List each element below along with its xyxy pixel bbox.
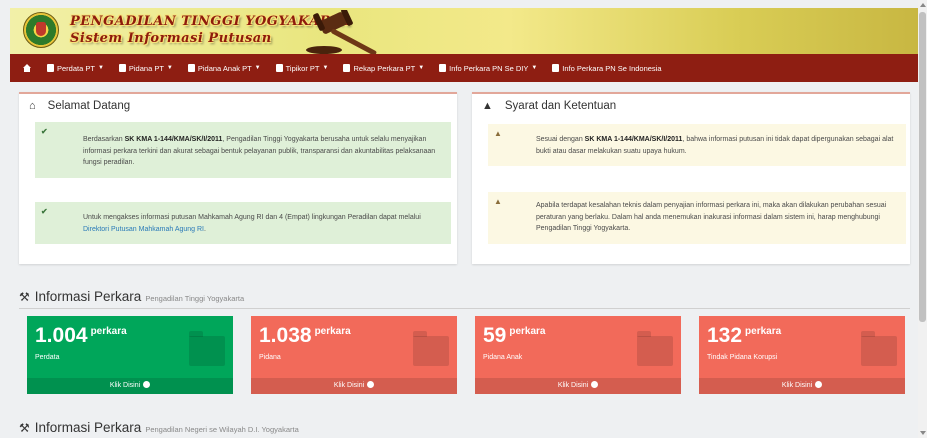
nav-tipikor-pt[interactable]: Tipikor PT ▼ bbox=[275, 64, 329, 73]
folder-icon bbox=[637, 331, 673, 366]
klik-disini-button[interactable]: Klik Disini bbox=[475, 378, 681, 394]
book-icon bbox=[439, 64, 447, 72]
arrow-circle-right-icon bbox=[143, 381, 151, 388]
arrow-circle-right-icon bbox=[591, 381, 599, 388]
nav-pidana-pt[interactable]: Pidana PT ▼ bbox=[118, 64, 173, 73]
caret-down-icon: ▼ bbox=[166, 65, 173, 71]
stat-box-pidana-anak: 59 perkara Pidana Anak Klik Disini bbox=[475, 316, 681, 394]
nav-perdata-pt[interactable]: Perdata PT ▼ bbox=[47, 64, 104, 73]
arrow-circle-right-icon bbox=[815, 381, 823, 388]
home-icon: ⌂ bbox=[29, 100, 36, 112]
terms-title: ▲ Syarat dan Ketentuan bbox=[482, 100, 617, 112]
site-header: PENGADILAN TINGGI YOGYAKARTA Sistem Info… bbox=[10, 8, 918, 54]
folder-icon bbox=[861, 331, 897, 366]
home-icon[interactable] bbox=[22, 63, 32, 73]
welcome-panel: ⌂ Selamat Datang ✔ Berdasarkan SK KMA 1-… bbox=[19, 92, 457, 264]
section-heading-pn: ⚒ Informasi Perkara Pengadilan Negeri se… bbox=[19, 420, 299, 435]
welcome-alert-sk: ✔ Berdasarkan SK KMA 1-144/KMA/SK/I/2011… bbox=[35, 122, 451, 178]
klik-disini-button[interactable]: Klik Disini bbox=[699, 378, 905, 394]
gavel-icon bbox=[306, 10, 377, 54]
section-heading-pt: ⚒ Informasi Perkara Pengadilan Tinggi Yo… bbox=[19, 289, 245, 304]
book-icon bbox=[275, 64, 283, 72]
stat-box-pidana: 1.038 perkara Pidana Klik Disini bbox=[251, 316, 457, 394]
arrow-circle-right-icon bbox=[367, 381, 375, 388]
scroll-up-icon[interactable] bbox=[920, 3, 926, 7]
caret-down-icon: ▼ bbox=[254, 65, 261, 71]
nav-info-perkara-pn-indonesia[interactable]: Info Perkara PN Se Indonesia bbox=[552, 64, 662, 73]
book-icon bbox=[118, 64, 126, 72]
caret-down-icon: ▼ bbox=[418, 65, 425, 71]
caret-down-icon: ▼ bbox=[322, 65, 329, 71]
terms-alert-correction: ▲ Apabila terdapat kesalahan teknis dala… bbox=[488, 192, 906, 244]
nav-pidana-anak-pt[interactable]: Pidana Anak PT ▼ bbox=[187, 64, 261, 73]
caret-down-icon: ▼ bbox=[97, 65, 104, 71]
folder-icon bbox=[189, 331, 225, 366]
folder-icon bbox=[413, 331, 449, 366]
warning-icon: ▲ bbox=[494, 197, 502, 206]
warning-icon: ▲ bbox=[482, 100, 493, 112]
welcome-title: ⌂ Selamat Datang bbox=[29, 100, 131, 112]
section-divider bbox=[19, 308, 910, 309]
direktori-putusan-link[interactable]: Direktori Putusan Mahkamah Agung RI bbox=[83, 226, 204, 233]
caret-down-icon: ▼ bbox=[531, 65, 538, 71]
stat-box-tipikor: 132 perkara Tindak Pidana Korupsi Klik Di… bbox=[699, 316, 905, 394]
klik-disini-button[interactable]: Klik Disini bbox=[27, 378, 233, 394]
book-icon bbox=[187, 64, 195, 72]
check-icon: ✔ bbox=[41, 127, 48, 136]
scroll-down-icon[interactable] bbox=[920, 431, 926, 435]
terms-alert-evidence: ▲ Sesuai dengan SK KMA 1-144/KMA/SK/I/20… bbox=[488, 124, 906, 166]
gavel-small-icon bbox=[343, 64, 351, 72]
stat-box-perdata: 1.004 perkara Perdata Klik Disini bbox=[27, 316, 233, 394]
book-icon bbox=[552, 64, 560, 72]
book-icon bbox=[47, 64, 54, 72]
scrollbar-thumb[interactable] bbox=[919, 12, 926, 322]
page-scrollbar[interactable] bbox=[918, 0, 927, 438]
nav-rekap-perkara-pt[interactable]: Rekap Perkara PT ▼ bbox=[343, 64, 424, 73]
gavel-icon: ⚒ bbox=[19, 290, 30, 304]
welcome-alert-direktori: ✔ Untuk mengakses informasi putusan Mahk… bbox=[35, 202, 451, 244]
terms-panel: ▲ Syarat dan Ketentuan ▲ Sesuai dengan S… bbox=[472, 92, 910, 264]
warning-icon: ▲ bbox=[494, 129, 502, 138]
site-title-line2: Sistem Informasi Putusan bbox=[70, 31, 272, 46]
check-icon: ✔ bbox=[41, 207, 48, 216]
nav-info-perkara-pn-diy[interactable]: Info Perkara PN Se DIY ▼ bbox=[439, 64, 537, 73]
court-logo-icon bbox=[23, 12, 59, 48]
main-navbar: Perdata PT ▼ Pidana PT ▼ Pidana Anak PT ▼ T… bbox=[10, 54, 918, 82]
gavel-icon: ⚒ bbox=[19, 421, 30, 435]
klik-disini-button[interactable]: Klik Disini bbox=[251, 378, 457, 394]
